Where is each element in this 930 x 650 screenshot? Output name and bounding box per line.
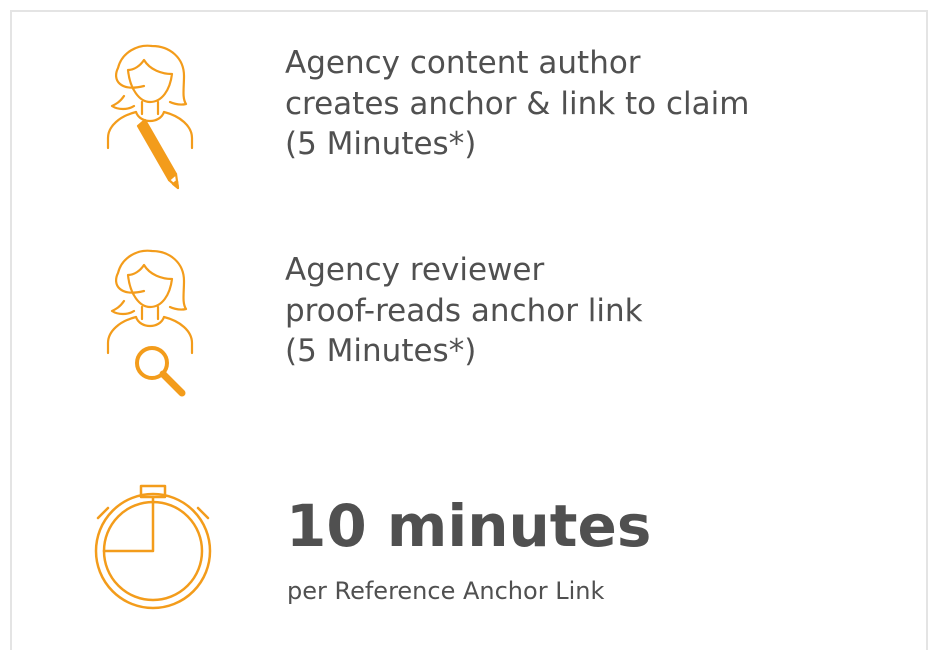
step-reviewer-title: Agency reviewer xyxy=(285,252,545,288)
stopwatch-icon xyxy=(88,480,218,610)
step-author-action: creates anchor & link to claim xyxy=(285,85,750,122)
step-reviewer-text: Agency reviewer proof-reads anchor link … xyxy=(285,250,643,372)
step-author-text: Agency content author creates anchor & l… xyxy=(285,43,749,165)
total-time-caption: per Reference Anchor Link xyxy=(287,577,605,605)
step-author-title: Agency content author xyxy=(285,45,641,81)
step-reviewer-action: proof-reads anchor link xyxy=(285,292,643,329)
total-time-value: 10 minutes xyxy=(286,492,652,560)
step-author-duration: (5 Minutes*) xyxy=(285,126,477,163)
person-with-magnifier-icon xyxy=(100,245,210,400)
step-reviewer-duration: (5 Minutes*) xyxy=(285,333,477,370)
person-with-pencil-icon xyxy=(100,40,210,195)
